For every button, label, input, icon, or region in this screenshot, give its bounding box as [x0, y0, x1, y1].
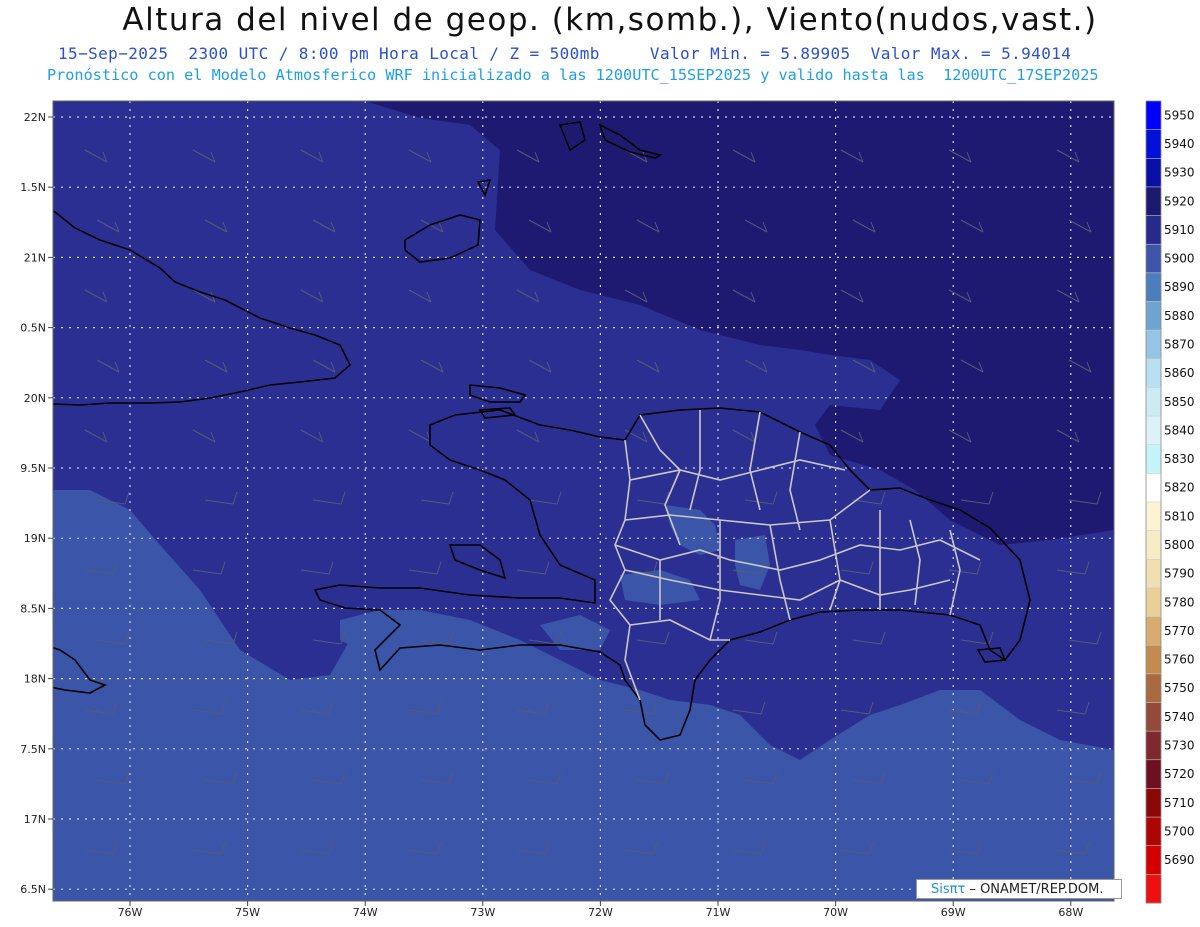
colorbar-label: 5750 — [1164, 681, 1195, 695]
coast-cuba-north — [35, 200, 50, 205]
colorbar-swatch — [1146, 645, 1161, 675]
colorbar-label: 5810 — [1164, 509, 1195, 523]
colorbar-swatch — [1146, 358, 1161, 388]
colorbar-label: 5910 — [1164, 223, 1195, 237]
lat-label: 0.5N — [20, 322, 46, 335]
colorbar-label: 5740 — [1164, 710, 1195, 724]
colorbar-label: 5700 — [1164, 824, 1195, 838]
lon-label: 69W — [941, 906, 966, 919]
lat-label: 19N — [24, 532, 46, 545]
lon-label: 71W — [706, 906, 731, 919]
colorbar-swatch — [1146, 502, 1161, 532]
lat-label: 8.5N — [20, 602, 46, 615]
colorbar-label: 5930 — [1164, 166, 1195, 180]
colorbar-label: 5760 — [1164, 653, 1195, 667]
colorbar-swatch — [1146, 587, 1161, 618]
lat-label: 7.5N — [20, 743, 46, 756]
lon-label: 68W — [1058, 906, 1083, 919]
colorbar-swatch — [1146, 845, 1161, 875]
lat-label: 17N — [24, 813, 46, 826]
colorbar-label: 5730 — [1164, 738, 1195, 752]
colorbar-swatch — [1146, 272, 1161, 302]
colorbar-swatch — [1146, 817, 1161, 847]
colorbar-swatch — [1146, 702, 1161, 732]
colorbar-label: 5830 — [1164, 452, 1195, 466]
colorbar-swatch — [1146, 530, 1161, 560]
credit-text: – ONAMET/REP.DOM. — [969, 882, 1104, 897]
colorbar-label: 5900 — [1164, 252, 1195, 266]
colorbar-swatch — [1146, 788, 1161, 818]
colorbar-swatch — [1146, 616, 1161, 646]
lat-label: 6.5N — [20, 883, 46, 896]
colorbar-label: 5870 — [1164, 337, 1195, 351]
colorbar-label: 5780 — [1164, 595, 1195, 609]
colorbar-label: 5850 — [1164, 395, 1195, 409]
lat-label: 20N — [24, 392, 46, 405]
lat-label: 21N — [24, 251, 46, 264]
map-figure: 22N 1.5N 21N 0.5N 20N 9.5N 19N 8.5N 18N 7.5N 17N 6.… — [20, 100, 1195, 919]
colorbar-swatch — [1146, 129, 1161, 159]
lon-label: 75W — [235, 906, 260, 919]
colorbar-swatch — [1146, 731, 1161, 761]
credit-box: Sisπτ – ONAMET/REP.DOM. — [916, 879, 1122, 899]
colorbar-swatch — [1146, 473, 1161, 503]
colorbar-label: 5710 — [1164, 796, 1195, 810]
colorbar-swatch — [1146, 874, 1161, 904]
map-area — [35, 101, 1114, 901]
colorbar-swatch — [1146, 330, 1161, 360]
colorbar: 5950 5940 5930 5920 5910 5900 5890 5880 5870 5860… — [1145, 100, 1195, 904]
colorbar-label: 5840 — [1164, 423, 1195, 437]
colorbar-swatch — [1146, 301, 1161, 331]
lat-label: 22N — [24, 111, 46, 124]
lon-label: 73W — [470, 906, 495, 919]
colorbar-swatch — [1146, 759, 1161, 789]
credit-brand: Sisπτ — [931, 882, 966, 897]
colorbar-swatch — [1146, 244, 1161, 274]
colorbar-label: 5860 — [1164, 366, 1195, 380]
lon-label: 70W — [823, 906, 848, 919]
colorbar-label: 5720 — [1164, 767, 1195, 781]
lat-label: 9.5N — [20, 462, 46, 475]
colorbar-label: 5800 — [1164, 538, 1195, 552]
colorbar-swatch — [1146, 158, 1161, 188]
colorbar-label: 5770 — [1164, 624, 1195, 638]
colorbar-swatch — [1146, 101, 1161, 131]
colorbar-swatch — [1146, 673, 1161, 703]
latitude-labels: 22N 1.5N 21N 0.5N 20N 9.5N 19N 8.5N 18N 7.5N 17N 6.… — [20, 111, 53, 896]
lon-label: 76W — [118, 906, 143, 919]
colorbar-label: 5920 — [1164, 194, 1195, 208]
colorbar-label: 5950 — [1164, 108, 1195, 122]
colorbar-swatch — [1146, 186, 1161, 217]
colorbar-swatch — [1146, 416, 1161, 446]
colorbar-label: 5880 — [1164, 309, 1195, 323]
colorbar-swatch — [1146, 387, 1161, 417]
colorbar-swatch — [1146, 559, 1161, 589]
colorbar-swatch — [1146, 215, 1161, 245]
colorbar-swatch — [1146, 444, 1161, 474]
lat-label: 18N — [24, 673, 46, 686]
longitude-labels: 76W 75W 74W 73W 72W 71W 70W 69W 68W — [118, 901, 1083, 919]
colorbar-label: 5790 — [1164, 567, 1195, 581]
lon-label: 72W — [588, 906, 613, 919]
colorbar-label: 5820 — [1164, 481, 1195, 495]
colorbar-label: 5890 — [1164, 280, 1195, 294]
lat-label: 1.5N — [20, 181, 46, 194]
lon-label: 74W — [353, 906, 378, 919]
colorbar-label: 5940 — [1164, 137, 1195, 151]
colorbar-label: 5690 — [1164, 853, 1195, 867]
